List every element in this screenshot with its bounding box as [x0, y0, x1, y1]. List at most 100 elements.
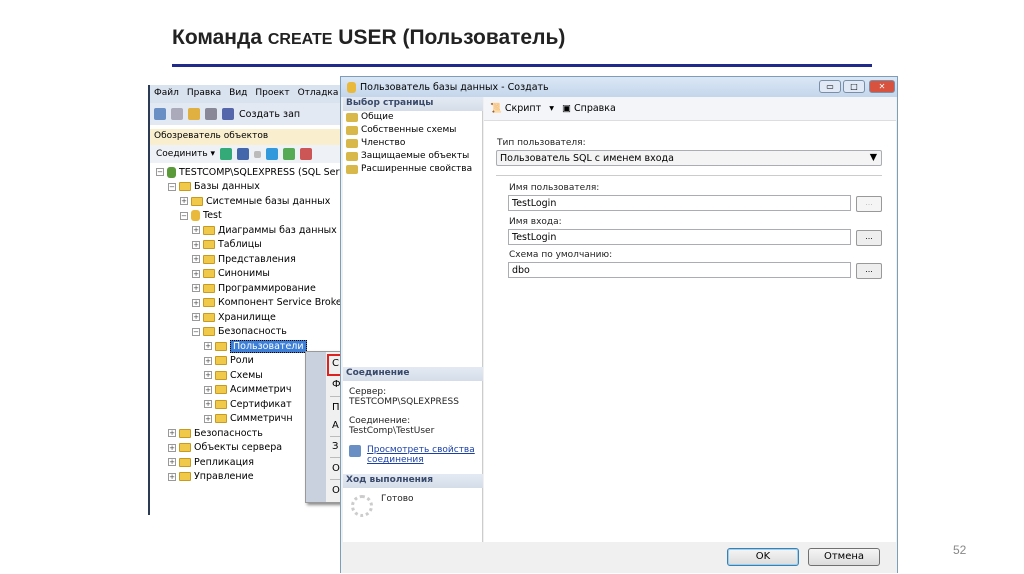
folder-icon	[203, 327, 215, 336]
minimize-button[interactable]: ▭	[819, 80, 841, 93]
tree-node[interactable]: + Хранилище	[192, 310, 276, 324]
folder-icon	[179, 443, 191, 452]
tree-node[interactable]: − Базы данных	[168, 180, 260, 194]
disconnect-icon[interactable]	[237, 148, 250, 160]
menu-item-o1[interactable]: О	[332, 463, 340, 474]
menu-debug[interactable]: Отладка	[298, 88, 339, 100]
expand-icon[interactable]: +	[192, 240, 200, 249]
new-query-button[interactable]: Создать зап	[239, 109, 300, 120]
menu-item-a[interactable]: А	[332, 420, 339, 431]
tree-node-label: Асимметрич	[230, 384, 292, 395]
menu-project[interactable]: Проект	[255, 88, 289, 100]
expand-icon[interactable]: +	[204, 342, 212, 350]
default-schema-input[interactable]: dbo	[508, 262, 851, 278]
close-button[interactable]: ✕	[869, 80, 895, 93]
connect-button[interactable]: Соединить ▾	[156, 149, 215, 159]
add-item-icon[interactable]	[171, 108, 183, 120]
page-general[interactable]: Общие	[346, 112, 394, 122]
user-name-input[interactable]: TestLogin	[508, 195, 851, 211]
save-icon[interactable]	[205, 108, 217, 120]
expand-icon[interactable]: +	[192, 269, 200, 278]
view-connection-properties-link[interactable]: Просмотреть свойства соединения	[367, 445, 477, 465]
tree-node[interactable]: + Репликация	[168, 455, 254, 469]
collapse-icon[interactable]: −	[156, 168, 164, 176]
user-type-label: Тип пользователя:	[497, 138, 586, 148]
tree-node[interactable]: − Безопасность	[192, 325, 287, 339]
new-user-dialog: Пользователь базы данных - Создать ▭ □ ✕…	[340, 76, 898, 573]
script-dropdown-icon[interactable]: ▾	[549, 103, 554, 114]
page-extended-properties[interactable]: Расширенные свойства	[346, 164, 472, 174]
login-input[interactable]: TestLogin	[508, 229, 851, 245]
tree-node[interactable]: + Диаграммы баз данных	[192, 223, 337, 237]
expand-icon[interactable]: +	[168, 458, 176, 466]
open-icon[interactable]	[188, 108, 200, 120]
expand-icon[interactable]: +	[168, 472, 176, 481]
schema-browse-button[interactable]: ...	[856, 263, 882, 279]
tree-node[interactable]: − TESTCOMP\SQLEXPRESS (SQL Serve	[156, 165, 351, 179]
new-project-icon[interactable]	[154, 108, 166, 120]
expand-icon[interactable]: +	[168, 443, 176, 452]
ok-button[interactable]: OK	[727, 548, 799, 566]
filter-icon[interactable]	[266, 148, 279, 160]
cancel-button[interactable]: Отмена	[808, 548, 880, 566]
tree-node[interactable]: + Таблицы	[192, 238, 262, 252]
expand-icon[interactable]: +	[204, 371, 212, 379]
tree-node[interactable]: + Программирование	[192, 281, 316, 295]
progress-status: Готово	[381, 494, 414, 504]
tree-node[interactable]: + Управление	[168, 470, 254, 484]
expand-icon[interactable]: +	[192, 255, 200, 263]
tree-node[interactable]: + Представления	[192, 252, 296, 266]
connect-icon[interactable]	[220, 148, 233, 160]
tree-node[interactable]: + Пользователи	[204, 339, 307, 353]
expand-icon[interactable]: +	[192, 313, 200, 321]
menu-item-z[interactable]: З	[332, 441, 338, 452]
refresh-icon[interactable]	[283, 148, 296, 160]
progress-header: Ход выполнения	[343, 474, 483, 488]
connection-properties-icon	[349, 445, 361, 457]
tree-node[interactable]: − Test	[180, 209, 222, 223]
maximize-button[interactable]: □	[843, 80, 865, 93]
script-button[interactable]: 📜 Скрипт	[490, 103, 541, 114]
tree-node[interactable]: + Сертификат	[204, 397, 292, 411]
help-button[interactable]: ▣ Справка	[562, 103, 616, 114]
collapse-icon[interactable]: −	[192, 327, 200, 336]
page-securables[interactable]: Защищаемые объекты	[346, 151, 469, 161]
tree-node[interactable]: + Системные базы данных	[180, 194, 330, 208]
page-membership[interactable]: Членство	[346, 138, 405, 148]
expand-icon[interactable]: +	[204, 385, 212, 394]
tree-node[interactable]: + Схемы	[204, 368, 263, 382]
expand-icon[interactable]: +	[204, 400, 212, 408]
menu-view[interactable]: Вид	[229, 88, 247, 100]
expand-icon[interactable]: +	[204, 356, 212, 365]
tree-node-label: Базы данных	[194, 181, 260, 192]
expand-icon[interactable]: +	[192, 226, 200, 234]
save-all-icon[interactable]	[222, 108, 234, 120]
tree-node[interactable]: + Объекты сервера	[168, 441, 282, 455]
menu-edit[interactable]: Правка	[187, 88, 221, 100]
expand-icon[interactable]: +	[192, 298, 200, 307]
tree-node[interactable]: + Симметричн	[204, 412, 293, 426]
login-browse-button[interactable]: ...	[856, 230, 882, 246]
chevron-down-icon: ▼	[869, 152, 877, 163]
select-page-header: Выбор страницы	[343, 97, 483, 111]
collapse-icon[interactable]: −	[168, 182, 176, 191]
collapse-icon[interactable]: −	[180, 211, 188, 220]
summary-icon[interactable]	[300, 148, 313, 160]
tree-node[interactable]: + Безопасность	[168, 426, 263, 440]
menu-item-p[interactable]: П	[332, 402, 340, 413]
user-type-select[interactable]: Пользователь SQL с именем входа ▼	[496, 150, 882, 166]
tree-node[interactable]: + Роли	[204, 354, 254, 368]
server-value: TESTCOMP\SQLEXPRESS	[349, 397, 459, 407]
menu-item-o2[interactable]: О	[332, 485, 340, 496]
tree-node[interactable]: + Компонент Service Broke	[192, 296, 342, 310]
expand-icon[interactable]: +	[192, 284, 200, 292]
page-owned-schemas[interactable]: Собственные схемы	[346, 125, 456, 135]
expand-icon[interactable]: +	[168, 429, 176, 437]
expand-icon[interactable]: +	[204, 414, 212, 423]
expand-icon[interactable]: +	[180, 197, 188, 205]
menu-file[interactable]: Файл	[154, 88, 179, 100]
menu-item-create[interactable]: С	[332, 358, 339, 369]
tree-node[interactable]: + Синонимы	[192, 267, 270, 281]
stop-icon[interactable]	[254, 150, 262, 158]
tree-node[interactable]: + Асимметрич	[204, 383, 291, 397]
